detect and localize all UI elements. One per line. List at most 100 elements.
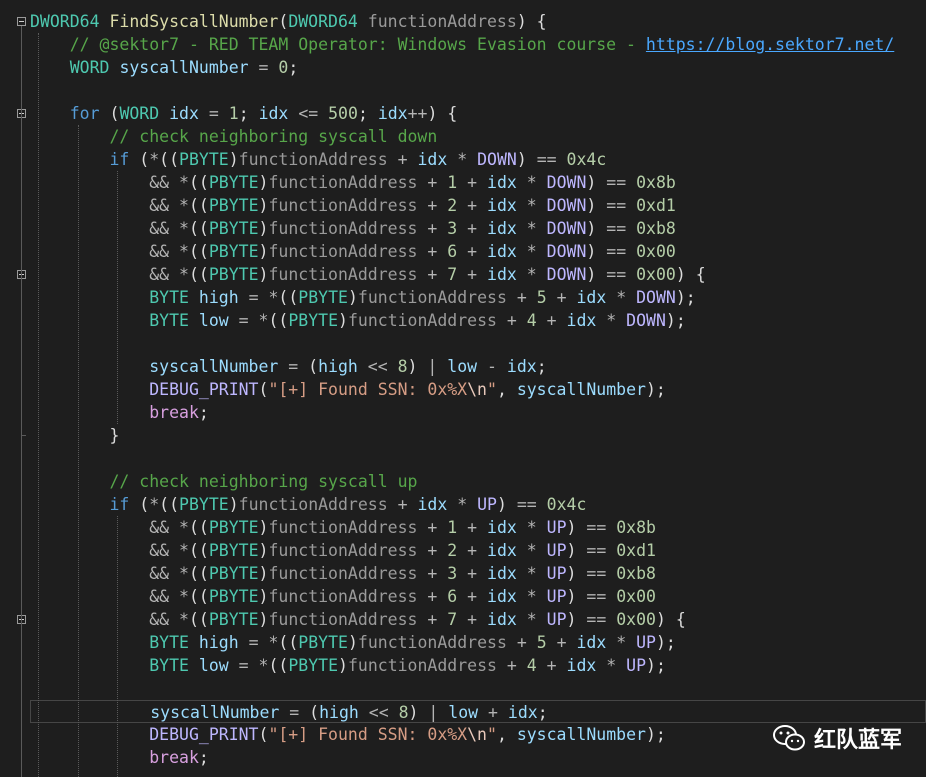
code-token: + <box>467 196 478 215</box>
code-token: + <box>467 242 478 261</box>
code-token: * <box>526 518 537 537</box>
code-line[interactable]: && *((PBYTE)functionAddress + 3 + idx * … <box>30 562 926 585</box>
code-line[interactable]: for (WORD idx = 1; idx <= 500; idx++) { <box>30 102 926 125</box>
wechat-icon <box>772 725 805 751</box>
code-token: functionAddress <box>347 311 497 330</box>
code-line[interactable]: DWORD64 FindSyscallNumber(DWORD64 functi… <box>30 10 926 33</box>
code-line[interactable]: BYTE low = *((PBYTE)functionAddress + 4 … <box>30 654 926 677</box>
code-line[interactable]: && *((PBYTE)functionAddress + 2 + idx * … <box>30 539 926 562</box>
code-line[interactable]: && *((PBYTE)functionAddress + 1 + idx * … <box>30 171 926 194</box>
code-line[interactable]: DEBUG_PRINT("[+] Found SSN: 0x%X\n", sys… <box>30 378 926 401</box>
code-token: * <box>526 196 537 215</box>
code-token: DOWN <box>546 219 587 238</box>
code-token: ); <box>645 380 666 399</box>
code-token: + <box>427 587 438 606</box>
code-token: + <box>516 633 527 652</box>
code-line[interactable]: // check neighboring syscall down <box>30 125 926 148</box>
code-token: PBYTE <box>208 242 259 261</box>
code-token: ); <box>675 288 696 307</box>
code-token: ) <box>566 587 587 606</box>
code-line[interactable] <box>30 677 926 700</box>
code-token: * <box>526 541 537 560</box>
code-line[interactable]: && *((PBYTE)functionAddress + 3 + idx * … <box>30 217 926 240</box>
code-token: UP <box>546 541 567 560</box>
code-token: functionAddress <box>347 656 497 675</box>
code-line[interactable]: if (*((PBYTE)functionAddress + idx * UP)… <box>30 493 926 516</box>
code-token: WORD <box>119 104 160 123</box>
code-token: ++ <box>407 104 428 123</box>
code-line[interactable] <box>30 79 926 102</box>
code-line[interactable]: && *((PBYTE)functionAddress + 6 + idx * … <box>30 585 926 608</box>
code-line[interactable] <box>30 332 926 355</box>
code-token: DOWN <box>546 173 587 192</box>
fold-toggle-icon[interactable] <box>17 17 26 26</box>
code-line[interactable]: WORD syscallNumber = 0; <box>30 56 926 79</box>
code-token: "[+] Found SSN: 0x%X <box>268 725 468 744</box>
code-line[interactable]: } <box>30 424 926 447</box>
code-line[interactable]: BYTE high = *((PBYTE)functionAddress + 5… <box>30 631 926 654</box>
code-line[interactable]: && *((PBYTE)functionAddress + 2 + idx * … <box>30 194 926 217</box>
code-line[interactable]: && *((PBYTE)functionAddress + 7 + idx * … <box>30 608 926 631</box>
code-token: && <box>149 610 170 629</box>
code-line[interactable]: BYTE high = *((PBYTE)functionAddress + 5… <box>30 286 926 309</box>
code-token: functionAddress <box>357 288 507 307</box>
code-token: * <box>179 610 189 629</box>
code-token: idx <box>566 656 597 675</box>
code-line[interactable] <box>30 447 926 470</box>
indent-guide <box>38 33 39 777</box>
code-line[interactable]: syscallNumber = (high << 8) | low - idx; <box>30 355 926 378</box>
code-token: idx <box>258 104 289 123</box>
code-token: syscallNumber <box>516 380 646 399</box>
code-line[interactable]: BYTE low = *((PBYTE)functionAddress + 4 … <box>30 309 926 332</box>
code-token[interactable]: https://blog.sektor7.net/ <box>646 35 894 54</box>
code-token: (( <box>268 656 289 675</box>
code-line[interactable]: syscallNumber = (high << 8) | low + idx; <box>30 700 926 723</box>
code-token: 0xd1 <box>616 541 656 560</box>
code-line[interactable]: break; <box>30 401 926 424</box>
code-token: + <box>427 564 438 583</box>
code-line[interactable]: if (*((PBYTE)functionAddress + idx * DOW… <box>30 148 926 171</box>
code-token: functionAddress <box>268 541 418 560</box>
code-token: && <box>149 196 170 215</box>
code-token: PBYTE <box>298 633 348 652</box>
code-line[interactable]: && *((PBYTE)functionAddress + 6 + idx * … <box>30 240 926 263</box>
code-line[interactable]: // check neighboring syscall up <box>30 470 926 493</box>
code-line[interactable]: && *((PBYTE)functionAddress + 7 + idx * … <box>30 263 926 286</box>
code-token: + <box>427 265 438 284</box>
code-token: (( <box>188 610 209 629</box>
code-token: 500 <box>328 104 358 123</box>
code-editor[interactable]: DWORD64 FindSyscallNumber(DWORD64 functi… <box>0 0 926 777</box>
code-line[interactable]: && *((PBYTE)functionAddress + 1 + idx * … <box>30 516 926 539</box>
code-token: UP <box>546 587 567 606</box>
code-token: break <box>149 748 199 767</box>
code-area[interactable]: DWORD64 FindSyscallNumber(DWORD64 functi… <box>30 0 926 777</box>
code-token: 1 <box>228 104 239 123</box>
code-token: \n <box>467 725 487 744</box>
code-line[interactable]: // @sektor7 - RED TEAM Operator: Windows… <box>30 33 926 56</box>
code-token: idx <box>487 564 517 583</box>
code-token: 0x8b <box>636 173 676 192</box>
code-token: ) <box>258 587 269 606</box>
